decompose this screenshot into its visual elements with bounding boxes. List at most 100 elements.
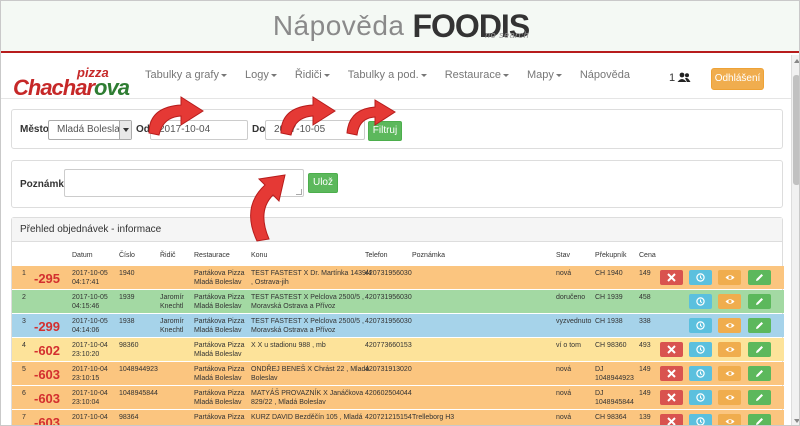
order-reseller: CH 98364 [595, 414, 627, 421]
city-select[interactable]: Mladá Boleslav [48, 120, 132, 140]
order-date: 2017-10-04 [72, 414, 108, 421]
order-phone: 420731956030 [365, 318, 412, 325]
order-price: 149 [639, 270, 651, 277]
view-order-button[interactable] [718, 318, 741, 333]
order-number: 98364 [119, 414, 139, 421]
chevron-down-icon[interactable] [119, 121, 131, 139]
edit-order-button[interactable] [748, 390, 771, 405]
users-icon[interactable] [677, 72, 691, 82]
order-reseller: CH 1940 [595, 270, 623, 277]
city-label: Město [20, 124, 49, 135]
col-telefon: Telefon [365, 252, 388, 259]
order-customer: X X u stadionu 988 , mb [251, 342, 326, 349]
order-phone: 420721215154 [365, 414, 412, 421]
save-note-button[interactable]: Ulož [308, 173, 338, 193]
order-restaurant: Partákova Pizza [194, 414, 245, 421]
row-index: 6 [22, 390, 26, 397]
order-date: 2017-10-04 23:10:20 [72, 342, 108, 358]
page-scrollbar[interactable] [791, 55, 799, 425]
order-phone: 420602504044 [365, 390, 412, 397]
scroll-up-icon[interactable] [794, 59, 799, 63]
table-row[interactable]: 3 -299 2017-10-05 04:14:06 1938 Jaromír Knecht… [12, 314, 784, 337]
menu-tabulky-a-grafy[interactable]: Tabulky a grafy [145, 69, 227, 81]
chacharova-logo[interactable]: pizza Chacharova [13, 65, 130, 103]
top-navbar: pizza Chacharova Tabulky a grafy Logy Ři… [1, 55, 791, 100]
order-date: 2017-10-04 23:10:04 [72, 390, 108, 406]
order-time-button[interactable] [689, 366, 712, 381]
edit-order-button[interactable] [748, 318, 771, 333]
delete-order-button[interactable] [660, 366, 683, 381]
table-row[interactable]: 6 -603 2017-10-04 23:10:04 1048945844 Partáko… [12, 386, 784, 409]
order-reseller: CH 1938 [595, 318, 623, 325]
menu-logy[interactable]: Logy [245, 69, 277, 81]
edit-order-button[interactable] [748, 366, 771, 381]
resize-handle-icon[interactable] [296, 189, 302, 195]
delete-order-button[interactable] [660, 414, 683, 425]
view-order-button[interactable] [718, 342, 741, 357]
col-cislo: Číslo [119, 252, 135, 259]
order-restaurant: Partákova Pizza Mladá Boleslav [194, 342, 245, 358]
edit-order-button[interactable] [748, 270, 771, 285]
order-customer: TEST FASTEST X Pelclova 2500/5 , Moravská… [251, 318, 364, 334]
order-restaurant: Partákova Pizza Mladá Boleslav [194, 366, 245, 382]
scrollbar-thumb[interactable] [793, 75, 799, 185]
view-order-button[interactable] [718, 390, 741, 405]
menu-mapy[interactable]: Mapy [527, 69, 562, 81]
edit-order-button[interactable] [748, 342, 771, 357]
menu-tabulky-a-pod[interactable]: Tabulky a pod. [348, 69, 427, 81]
table-row[interactable]: 4 -602 2017-10-04 23:10:20 98360 Partákova Pi… [12, 338, 784, 361]
row-index: 5 [22, 366, 26, 373]
menu-napoveda[interactable]: Nápověda [580, 69, 630, 81]
to-label: Do [252, 124, 266, 135]
table-row[interactable]: 2 2017-10-05 04:15:46 1939 Jaromír Knechtl Par… [12, 290, 784, 313]
table-row[interactable]: 7 -603 2017-10-04 98364 Partákova Pizza KURZ … [12, 410, 784, 426]
order-customer: KURZ DAVID Bezděčín 105 , Mladá [251, 414, 363, 421]
logout-button[interactable]: Odhlášení [711, 68, 764, 90]
order-time-button[interactable] [689, 390, 712, 405]
edit-order-button[interactable] [748, 414, 771, 425]
order-status: nová [556, 270, 572, 277]
col-stav: Stav [556, 252, 571, 259]
menu-restaurace[interactable]: Restaurace [445, 69, 509, 81]
edit-order-button[interactable] [748, 294, 771, 309]
annotation-arrow-icon [346, 99, 396, 136]
order-restaurant: Partákova Pizza Mladá Boleslav [194, 318, 245, 334]
order-number: 1048945844 [119, 390, 158, 397]
order-reseller: CH 1939 [595, 294, 623, 301]
menu-ridici[interactable]: Řidiči [295, 69, 330, 81]
order-price: 493 [639, 342, 651, 349]
order-time-button[interactable] [689, 414, 712, 425]
view-order-button[interactable] [718, 366, 741, 381]
order-time-button[interactable] [689, 294, 712, 309]
order-time-button[interactable] [689, 270, 712, 285]
delete-order-button[interactable] [660, 270, 683, 285]
order-time-button[interactable] [689, 342, 712, 357]
delete-order-button[interactable] [660, 390, 683, 405]
row-index: 3 [22, 318, 26, 325]
order-status: vyzvednuto [556, 318, 592, 325]
view-order-button[interactable] [718, 414, 741, 425]
order-reseller: DJ 1048945844 [595, 390, 634, 406]
view-order-button[interactable] [718, 294, 741, 309]
view-order-button[interactable] [718, 270, 741, 285]
table-row[interactable]: 1 -295 2017-10-05 04:17:41 1940 Partákova Piz… [12, 266, 784, 289]
order-customer: MATYÁŠ PROVAZNÍK X Janáčkova 829/22 , Mla… [251, 390, 364, 406]
help-banner: Nápověda FOODIS no search [1, 1, 799, 53]
order-driver: Jaromír Knechtl [160, 294, 184, 310]
orders-table-header: Datum Číslo Řidič Restaurace Konu Telefo… [12, 252, 784, 266]
scroll-down-icon[interactable] [794, 419, 799, 423]
order-status: nová [556, 414, 572, 421]
orders-panel-title: Přehled objednávek - informace [12, 218, 782, 242]
main-menu: Tabulky a grafy Logy Řidiči Tabulky a po… [145, 69, 648, 81]
order-phone: 420773660153 [365, 342, 412, 349]
col-prekupnik: Překupník [595, 252, 627, 259]
table-row[interactable]: 5 -603 2017-10-04 23:10:15 1048944923 Partáko… [12, 362, 784, 385]
order-time-button[interactable] [689, 318, 712, 333]
note-panel: Poznámka Ulož [11, 160, 783, 208]
order-delay: -295 [34, 271, 61, 286]
delete-order-button[interactable] [660, 342, 683, 357]
order-price: 338 [639, 318, 651, 325]
order-delay: -602 [34, 343, 61, 358]
app-window: Nápověda FOODIS no search pizza Chacharo… [0, 0, 800, 426]
order-delay: -603 [34, 415, 61, 426]
